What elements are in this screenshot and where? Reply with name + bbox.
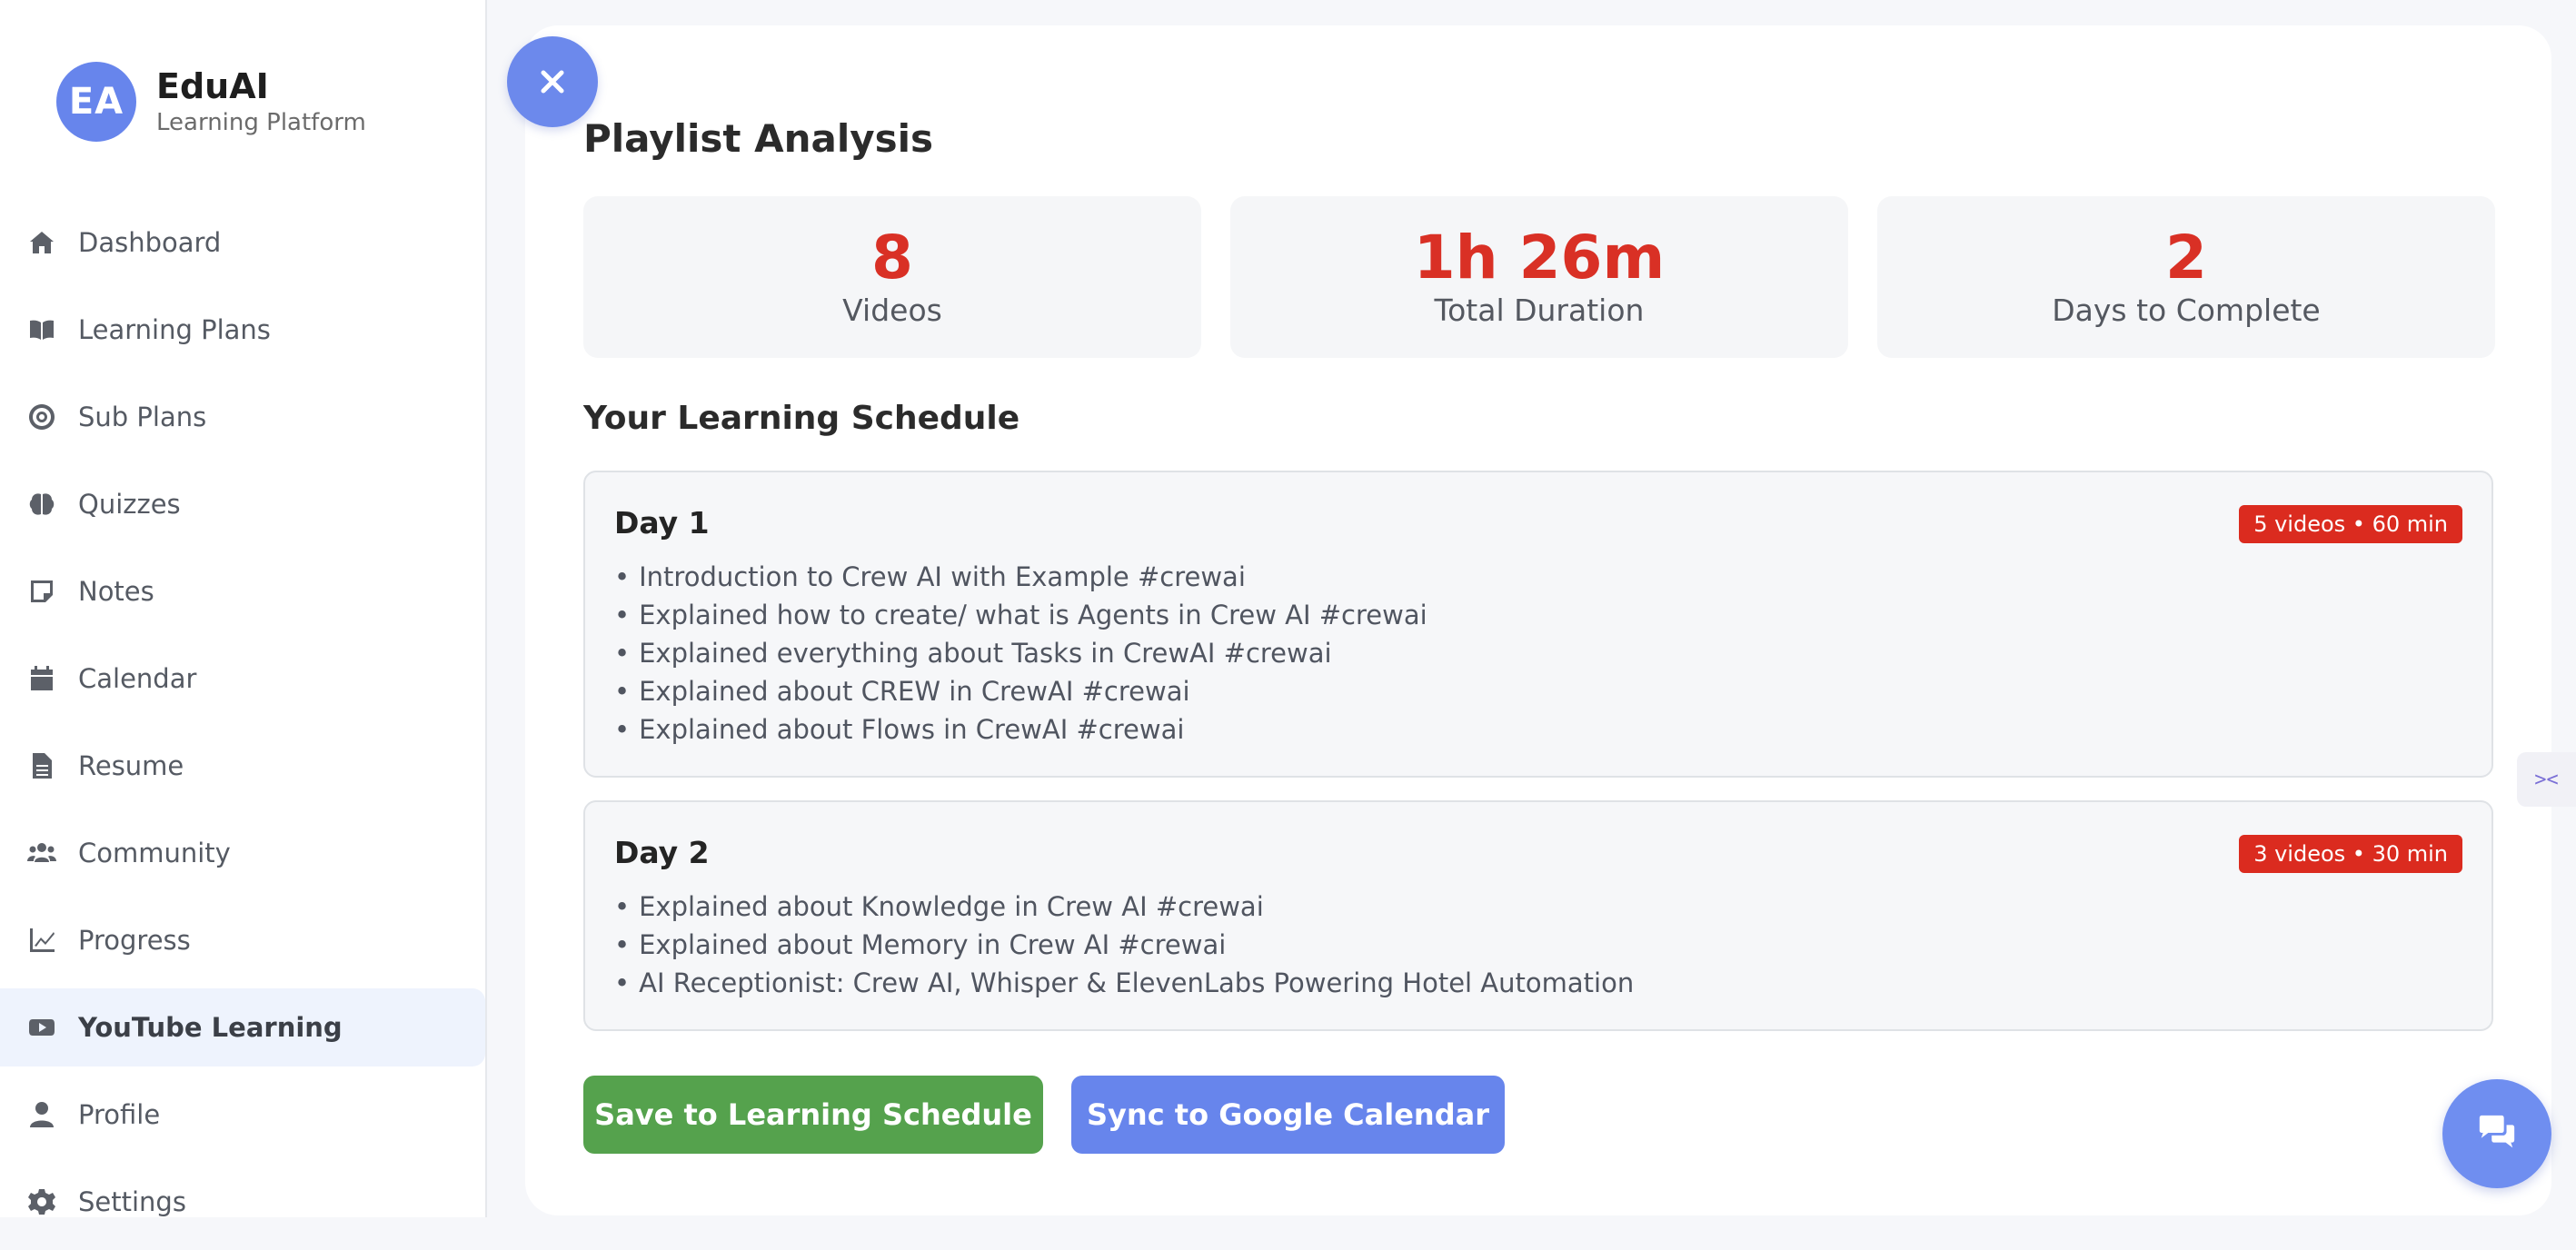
sidebar-item-label: Notes (78, 576, 154, 607)
video-item: Explained about CREW in CrewAI #crewai (614, 672, 2462, 710)
stat-value: 1h 26m (1413, 223, 1666, 293)
day-badge: 3 videos • 30 min (2239, 835, 2462, 873)
stat-days-to-complete: 2 Days to Complete (1877, 196, 2495, 358)
sidebar-item-label: Calendar (78, 663, 197, 694)
sidebar-item-settings[interactable]: Settings (0, 1163, 485, 1241)
chart-line-icon (25, 924, 58, 957)
sidebar-item-label: Sub Plans (78, 402, 207, 432)
sidebar-item-label: Resume (78, 750, 184, 781)
sidebar-item-calendar[interactable]: Calendar (0, 640, 485, 718)
brand-name: EduAI (156, 66, 269, 106)
close-icon (541, 70, 564, 94)
sidebar-item-learning-plans[interactable]: Learning Plans (0, 291, 485, 369)
user-icon (25, 1098, 58, 1131)
brand[interactable]: EA EduAI Learning Platform (56, 62, 366, 142)
video-item: AI Receptionist: Crew AI, Whisper & Elev… (614, 964, 2462, 1002)
stats-row: 8 Videos 1h 26m Total Duration 2 Days to… (583, 196, 2495, 358)
page-title: Playlist Analysis (583, 116, 934, 161)
collapse-panel-icon[interactable]: >< (2517, 752, 2576, 807)
sidebar-item-youtube-learning[interactable]: YouTube Learning (0, 988, 485, 1066)
file-icon (25, 749, 58, 782)
video-item: Explained about Knowledge in Crew AI #cr… (614, 888, 2462, 926)
stat-value: 8 (871, 223, 913, 293)
schedule-title: Your Learning Schedule (583, 400, 1020, 437)
sidebar-item-label: Progress (78, 925, 191, 956)
sidebar-item-label: Community (78, 838, 231, 868)
note-icon (25, 575, 58, 608)
day-card: Day 1 5 videos • 60 min Introduction to … (583, 471, 2493, 778)
gear-icon (25, 1186, 58, 1218)
sidebar-item-notes[interactable]: Notes (0, 552, 485, 630)
brand-avatar: EA (56, 62, 136, 142)
video-item: Explained everything about Tasks in Crew… (614, 634, 2462, 672)
sync-to-google-calendar-button[interactable]: Sync to Google Calendar (1071, 1076, 1505, 1154)
home-icon (25, 226, 58, 259)
stat-label: Days to Complete (2052, 293, 2321, 328)
sidebar-item-profile[interactable]: Profile (0, 1076, 485, 1154)
video-item: Explained how to create/ what is Agents … (614, 596, 2462, 634)
video-list: Explained about Knowledge in Crew AI #cr… (614, 888, 2462, 1002)
sidebar-item-quizzes[interactable]: Quizzes (0, 465, 485, 543)
stat-value: 2 (2165, 223, 2207, 293)
stat-label: Videos (842, 293, 942, 328)
video-item: Explained about Flows in CrewAI #crewai (614, 710, 2462, 749)
video-item: Introduction to Crew AI with Example #cr… (614, 558, 2462, 596)
stat-videos: 8 Videos (583, 196, 1201, 358)
video-list: Introduction to Crew AI with Example #cr… (614, 558, 2462, 749)
chat-button[interactable] (2442, 1079, 2551, 1188)
sidebar-item-sub-plans[interactable]: Sub Plans (0, 378, 485, 456)
youtube-icon (25, 1011, 58, 1044)
book-icon (25, 313, 58, 346)
sidebar: EA EduAI Learning Platform Dashboard Lea… (0, 0, 487, 1217)
save-to-learning-schedule-button[interactable]: Save to Learning Schedule (583, 1076, 1043, 1154)
sidebar-item-label: Profile (78, 1099, 161, 1130)
sidebar-item-dashboard[interactable]: Dashboard (0, 203, 485, 282)
sidebar-item-label: Settings (78, 1186, 186, 1217)
chat-icon (2479, 1115, 2515, 1148)
sidebar-item-progress[interactable]: Progress (0, 901, 485, 979)
sidebar-item-label: YouTube Learning (78, 1012, 343, 1043)
brain-icon (25, 488, 58, 521)
sidebar-item-label: Learning Plans (78, 314, 271, 345)
day-badge: 5 videos • 60 min (2239, 505, 2462, 543)
calendar-icon (25, 662, 58, 695)
stat-label: Total Duration (1434, 293, 1645, 328)
brand-subtitle: Learning Platform (156, 109, 366, 136)
close-button[interactable] (507, 36, 598, 127)
day-title: Day 1 (614, 505, 710, 541)
target-icon (25, 401, 58, 433)
brand-text: EduAI Learning Platform (156, 65, 366, 138)
sidebar-nav: Dashboard Learning Plans Sub Plans Quizz… (0, 203, 487, 1250)
users-icon (25, 837, 58, 869)
stat-total-duration: 1h 26m Total Duration (1230, 196, 1848, 358)
video-item: Explained about Memory in Crew AI #crewa… (614, 926, 2462, 964)
day-title: Day 2 (614, 835, 710, 870)
sidebar-item-resume[interactable]: Resume (0, 727, 485, 805)
sidebar-item-label: Dashboard (78, 227, 222, 258)
day-card: Day 2 3 videos • 30 min Explained about … (583, 800, 2493, 1031)
sidebar-item-label: Quizzes (78, 489, 181, 520)
sidebar-item-community[interactable]: Community (0, 814, 485, 892)
